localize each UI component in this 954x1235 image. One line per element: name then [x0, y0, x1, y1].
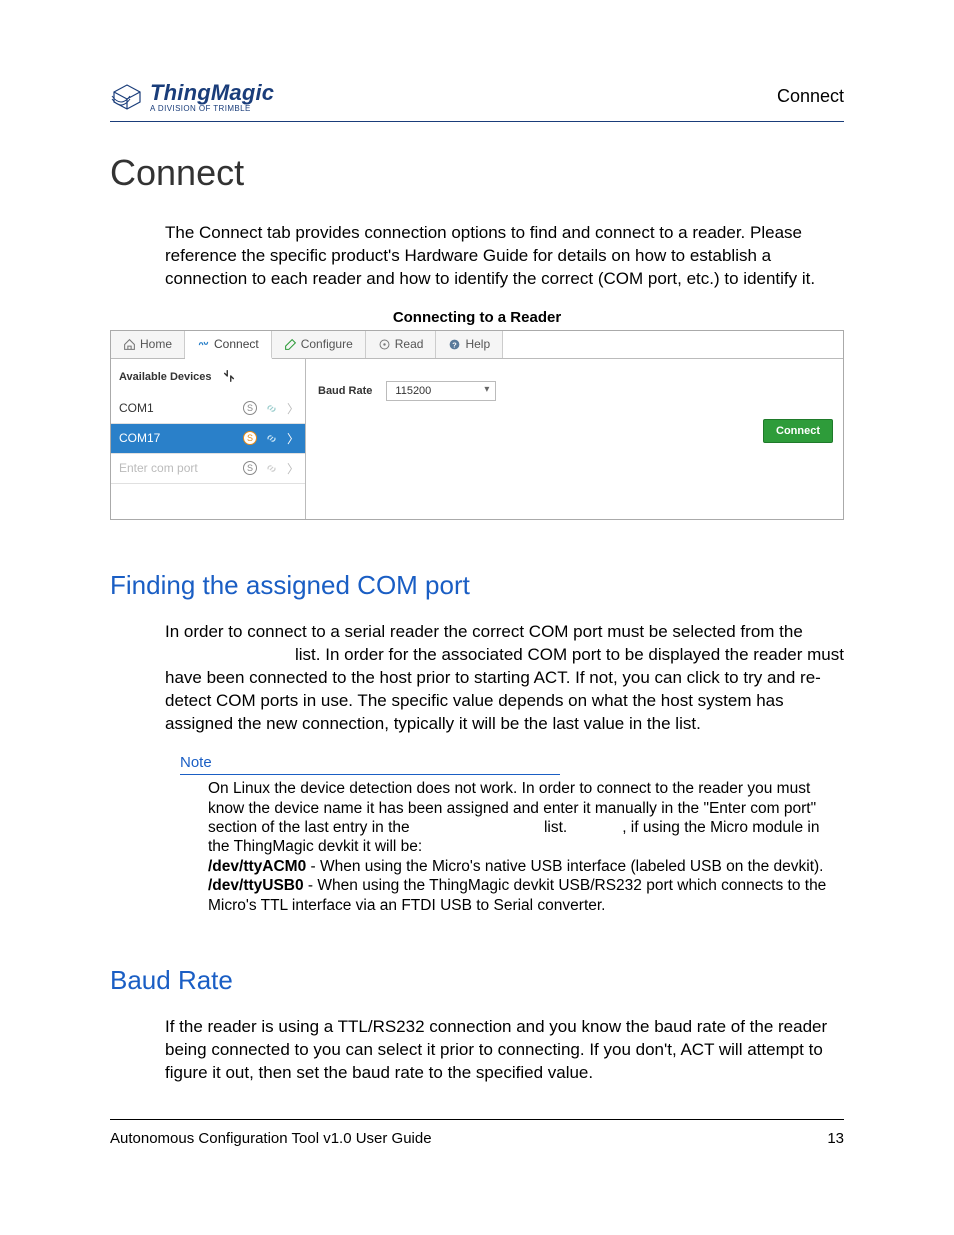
- tab-connect-label: Connect: [214, 337, 259, 351]
- connection-pane: Baud Rate 115200 Connect: [306, 359, 843, 519]
- baud-rate-select[interactable]: 115200: [386, 381, 496, 401]
- tab-configure[interactable]: Configure: [272, 331, 366, 358]
- tab-home[interactable]: Home: [111, 331, 185, 358]
- devices-pane: Available Devices COM1 S 〉 COM17 S: [111, 359, 306, 519]
- logo-name: ThingMagic: [150, 80, 274, 106]
- serial-icon: S: [243, 401, 257, 415]
- page-header: ThingMagic A DIVISION OF TRIMBLE Connect: [110, 80, 844, 122]
- thingmagic-logo-icon: [110, 82, 144, 112]
- header-section-name: Connect: [777, 86, 844, 107]
- chevron-right-icon: 〉: [287, 460, 299, 477]
- home-icon: [123, 338, 136, 351]
- page-title: Connect: [110, 152, 844, 194]
- baud-rate-paragraph: If the reader is using a TTL/RS232 conne…: [165, 1016, 844, 1085]
- note-block: Note On Linux the device detection does …: [180, 754, 844, 915]
- tab-read[interactable]: Read: [366, 331, 437, 358]
- tab-read-label: Read: [395, 337, 424, 351]
- dev-tty-usb0: /dev/ttyUSB0: [208, 877, 304, 894]
- read-icon: [378, 338, 391, 351]
- logo: ThingMagic A DIVISION OF TRIMBLE: [110, 80, 274, 113]
- serial-icon: S: [243, 431, 257, 445]
- tab-home-label: Home: [140, 337, 172, 351]
- available-devices-label: Available Devices: [119, 371, 212, 383]
- intro-paragraph: The Connect tab provides connection opti…: [165, 222, 844, 291]
- refresh-icon[interactable]: [222, 369, 236, 386]
- app-screenshot: Home Connect Configure Read: [110, 330, 844, 520]
- chevron-right-icon: 〉: [287, 400, 299, 417]
- device-row-input[interactable]: Enter com port S 〉: [111, 454, 305, 484]
- footer-title: Autonomous Configuration Tool v1.0 User …: [110, 1130, 432, 1147]
- baud-rate-value: 115200: [395, 385, 431, 397]
- heading-finding-com: Finding the assigned COM port: [110, 570, 844, 601]
- tab-connect[interactable]: Connect: [185, 331, 272, 359]
- device-label: COM17: [117, 431, 235, 445]
- tab-help[interactable]: ? Help: [436, 331, 503, 358]
- baud-rate-label: Baud Rate: [318, 385, 372, 397]
- connect-icon: [197, 337, 210, 350]
- connect-button[interactable]: Connect: [763, 419, 833, 443]
- tab-help-label: Help: [465, 337, 490, 351]
- link-icon: [265, 461, 279, 475]
- device-row[interactable]: COM1 S 〉: [111, 394, 305, 424]
- heading-baud-rate: Baud Rate: [110, 965, 844, 996]
- dev-tty-acm0: /dev/ttyACM0: [208, 858, 306, 875]
- device-input-placeholder[interactable]: Enter com port: [117, 461, 235, 475]
- chevron-right-icon: 〉: [287, 430, 299, 447]
- finding-com-paragraph: In order to connect to a serial reader t…: [165, 621, 844, 736]
- link-icon: [265, 431, 279, 445]
- note-label: Note: [180, 754, 560, 776]
- help-icon: ?: [448, 338, 461, 351]
- tab-bar: Home Connect Configure Read: [111, 331, 843, 359]
- serial-icon: S: [243, 461, 257, 475]
- device-row-selected[interactable]: COM17 S 〉: [111, 424, 305, 454]
- link-icon: [265, 401, 279, 415]
- configure-icon: [284, 338, 297, 351]
- svg-text:?: ?: [453, 340, 458, 349]
- tab-configure-label: Configure: [301, 337, 353, 351]
- page-footer: Autonomous Configuration Tool v1.0 User …: [110, 1119, 844, 1147]
- page-number: 13: [827, 1130, 844, 1147]
- device-label: COM1: [117, 401, 235, 415]
- figure-caption: Connecting to a Reader: [110, 309, 844, 326]
